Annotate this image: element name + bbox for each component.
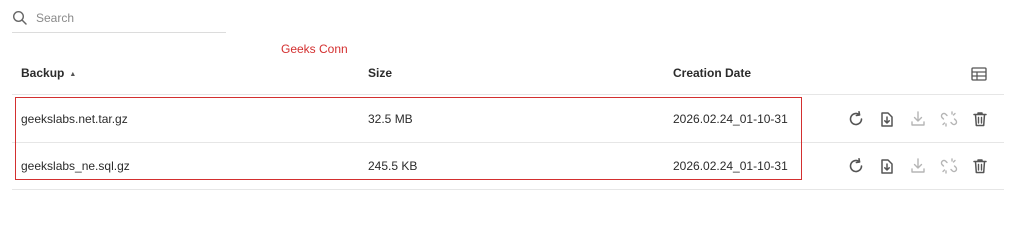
search-box[interactable] [12, 4, 226, 33]
column-header-creation-date[interactable]: Creation Date [673, 54, 751, 94]
column-header-label: Size [368, 66, 393, 80]
search-icon [12, 10, 28, 26]
backup-size: 245.5 KB [368, 159, 418, 173]
row-actions [846, 109, 990, 129]
download-icon[interactable] [908, 109, 928, 129]
backup-date: 2026.02.24_01-10-31 [673, 159, 788, 173]
unlink-icon[interactable] [939, 109, 959, 129]
restore-to-file-icon[interactable] [877, 156, 897, 176]
table-row[interactable]: geekslabs.net.tar.gz 32.5 MB 2026.02.24_… [12, 96, 1004, 143]
row-actions [846, 156, 990, 176]
restore-icon[interactable] [846, 156, 866, 176]
table-header: Backup ▲ Size Creation Date [12, 54, 1004, 95]
sort-ascending-icon: ▲ [69, 71, 77, 78]
download-icon[interactable] [908, 156, 928, 176]
restore-icon[interactable] [846, 109, 866, 129]
column-header-label: Creation Date [673, 66, 752, 80]
search-input[interactable] [36, 11, 216, 25]
table-row[interactable]: geekslabs_ne.sql.gz 245.5 KB 2026.02.24_… [12, 143, 1004, 190]
backup-list-page: Geeks Conn Backup▲ Size Creation Date ge… [0, 0, 1024, 204]
column-header-size[interactable]: Size [368, 54, 392, 94]
backup-size: 32.5 MB [368, 112, 413, 126]
table-columns-icon[interactable] [970, 65, 988, 83]
backup-name: geekslabs.net.tar.gz [21, 112, 128, 126]
column-header-label: Backup [21, 66, 65, 80]
column-header-backup[interactable]: Backup ▲ [21, 54, 76, 94]
delete-icon[interactable] [970, 109, 990, 129]
backup-date: 2026.02.24_01-10-31 [673, 112, 788, 126]
backup-name: geekslabs_ne.sql.gz [21, 159, 130, 173]
delete-icon[interactable] [970, 156, 990, 176]
unlink-icon[interactable] [939, 156, 959, 176]
restore-to-file-icon[interactable] [877, 109, 897, 129]
